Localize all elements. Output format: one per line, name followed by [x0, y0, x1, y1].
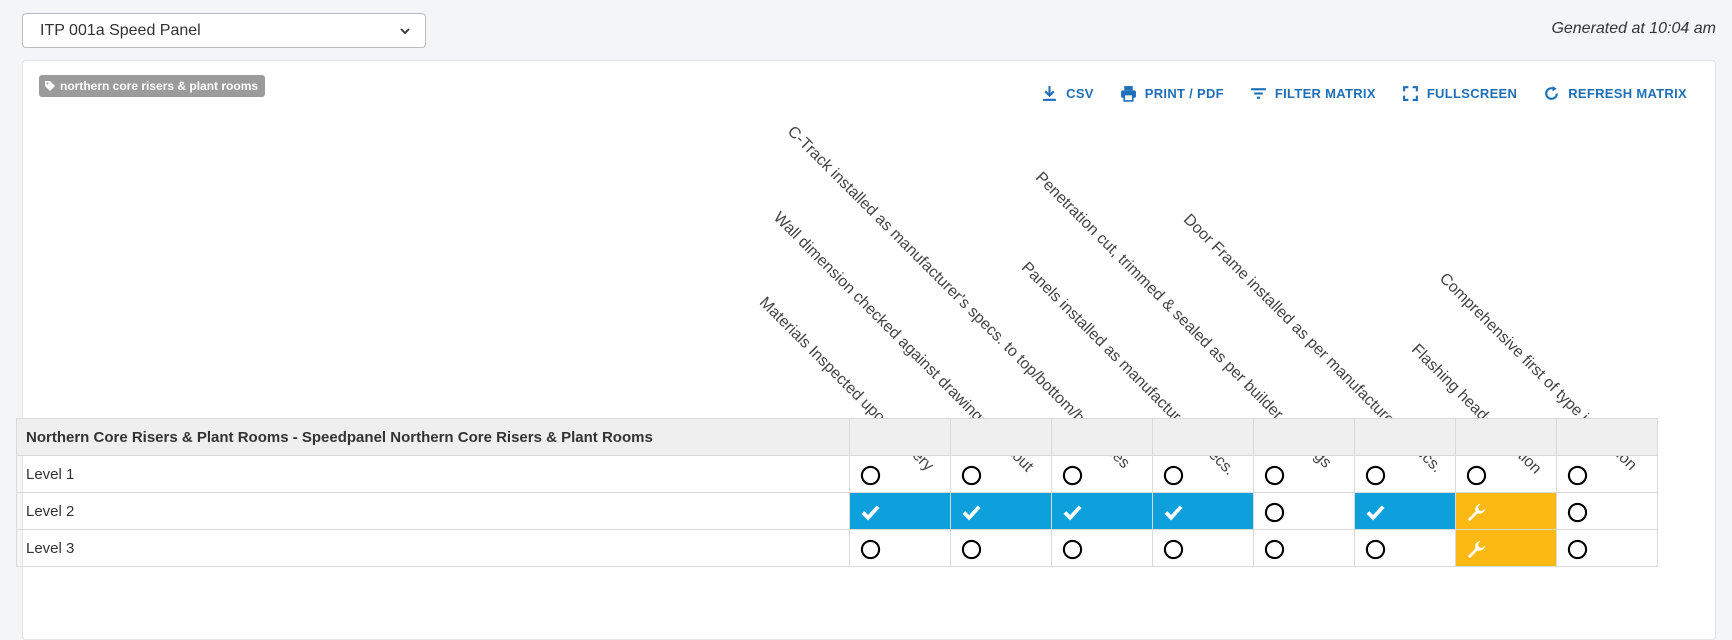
- print-pdf-button[interactable]: PRINT / PDF: [1120, 85, 1224, 102]
- check-icon: [1063, 505, 1082, 521]
- group-cell: [1556, 418, 1658, 456]
- fullscreen-icon: [1402, 86, 1418, 101]
- group-row: Northern Core Risers & Plant Rooms - Spe…: [16, 418, 1658, 456]
- table-row: Level 1: [16, 455, 1658, 493]
- circle-icon: [1264, 539, 1285, 560]
- circle-icon: [1163, 465, 1184, 486]
- status-cell-open[interactable]: [1556, 529, 1658, 567]
- status-cell-open[interactable]: [1556, 455, 1658, 493]
- circle-icon: [860, 465, 881, 486]
- circle-icon: [1567, 539, 1588, 560]
- row-label: Level 3: [16, 529, 850, 567]
- status-cell-open[interactable]: [849, 529, 951, 567]
- status-cell-work[interactable]: [1455, 492, 1557, 530]
- filter-matrix-button[interactable]: FILTER MATRIX: [1250, 85, 1376, 102]
- status-cell-work[interactable]: [1455, 529, 1557, 567]
- fullscreen-button-label: FULLSCREEN: [1426, 86, 1518, 101]
- refresh-matrix-button-label: REFRESH MATRIX: [1568, 86, 1687, 101]
- status-cell-open[interactable]: [1253, 455, 1355, 493]
- status-cell-open[interactable]: [1354, 455, 1456, 493]
- circle-icon: [1365, 539, 1386, 560]
- chevron-down-icon: [400, 27, 410, 34]
- group-cell: [950, 418, 1052, 456]
- refresh-icon: [1545, 86, 1559, 100]
- printer-icon: [1120, 86, 1136, 102]
- circle-icon: [1163, 539, 1184, 560]
- print-pdf-button-label: PRINT / PDF: [1144, 86, 1224, 101]
- status-cell-open[interactable]: [1354, 529, 1456, 567]
- circle-icon: [1264, 465, 1285, 486]
- check-icon: [1366, 505, 1385, 521]
- area-tag-label: northern core risers & plant rooms: [60, 79, 259, 93]
- generated-timestamp: Generated at 10:04 am: [1551, 20, 1716, 37]
- filter-matrix-button-label: FILTER MATRIX: [1274, 86, 1376, 101]
- status-cell-done[interactable]: [1051, 492, 1153, 530]
- status-cell-open[interactable]: [1556, 492, 1658, 530]
- matrix-toolbar: CSV PRINT / PDF FILTER MATRIX FULLSCREEN: [1041, 85, 1687, 102]
- table-row: Level 2: [16, 492, 1658, 530]
- circle-icon: [961, 539, 982, 560]
- inspection-matrix: Northern Core Risers & Plant Rooms - Spe…: [16, 418, 1658, 567]
- tag-icon: [45, 81, 55, 91]
- status-cell-open[interactable]: [950, 529, 1052, 567]
- row-label: Level 1: [16, 455, 850, 493]
- table-row: Level 3: [16, 529, 1658, 567]
- status-cell-open[interactable]: [1051, 529, 1153, 567]
- circle-icon: [1567, 465, 1588, 486]
- check-icon: [1164, 505, 1183, 521]
- group-cell: [1455, 418, 1557, 456]
- status-cell-done[interactable]: [1354, 492, 1456, 530]
- row-label: Level 2: [16, 492, 850, 530]
- status-cell-open[interactable]: [950, 455, 1052, 493]
- fullscreen-button[interactable]: FULLSCREEN: [1402, 85, 1517, 102]
- check-icon: [962, 505, 981, 521]
- status-cell-open[interactable]: [1152, 455, 1254, 493]
- status-cell-open[interactable]: [849, 455, 951, 493]
- status-cell-open[interactable]: [1253, 492, 1355, 530]
- status-cell-open[interactable]: [1152, 529, 1254, 567]
- filter-icon: [1250, 88, 1266, 99]
- status-cell-open[interactable]: [1051, 455, 1153, 493]
- circle-icon: [961, 465, 982, 486]
- itp-select-value: ITP 001a Speed Panel: [40, 21, 201, 39]
- circle-icon: [860, 539, 881, 560]
- group-cell: [1152, 418, 1254, 456]
- status-cell-open[interactable]: [1455, 455, 1557, 493]
- group-cell: [1354, 418, 1456, 456]
- status-cell-done[interactable]: [1152, 492, 1254, 530]
- itp-select[interactable]: ITP 001a Speed Panel: [22, 13, 426, 48]
- circle-icon: [1567, 502, 1588, 523]
- check-icon: [861, 505, 880, 521]
- group-cell: [849, 418, 951, 456]
- wrench-icon: [1467, 503, 1486, 522]
- refresh-matrix-button[interactable]: REFRESH MATRIX: [1543, 85, 1687, 102]
- circle-icon: [1466, 465, 1487, 486]
- status-cell-done[interactable]: [849, 492, 951, 530]
- status-cell-done[interactable]: [950, 492, 1052, 530]
- circle-icon: [1365, 465, 1386, 486]
- circle-icon: [1264, 502, 1285, 523]
- group-cell: [1253, 418, 1355, 456]
- circle-icon: [1062, 539, 1083, 560]
- status-cell-open[interactable]: [1253, 529, 1355, 567]
- group-cell: [1051, 418, 1153, 456]
- circle-icon: [1062, 465, 1083, 486]
- download-icon: [1043, 86, 1056, 101]
- group-title: Northern Core Risers & Plant Rooms - Spe…: [16, 418, 850, 456]
- csv-button-label: CSV: [1066, 86, 1094, 101]
- csv-button[interactable]: CSV: [1041, 85, 1094, 102]
- wrench-icon: [1467, 540, 1486, 559]
- area-tag: northern core risers & plant rooms: [39, 75, 266, 97]
